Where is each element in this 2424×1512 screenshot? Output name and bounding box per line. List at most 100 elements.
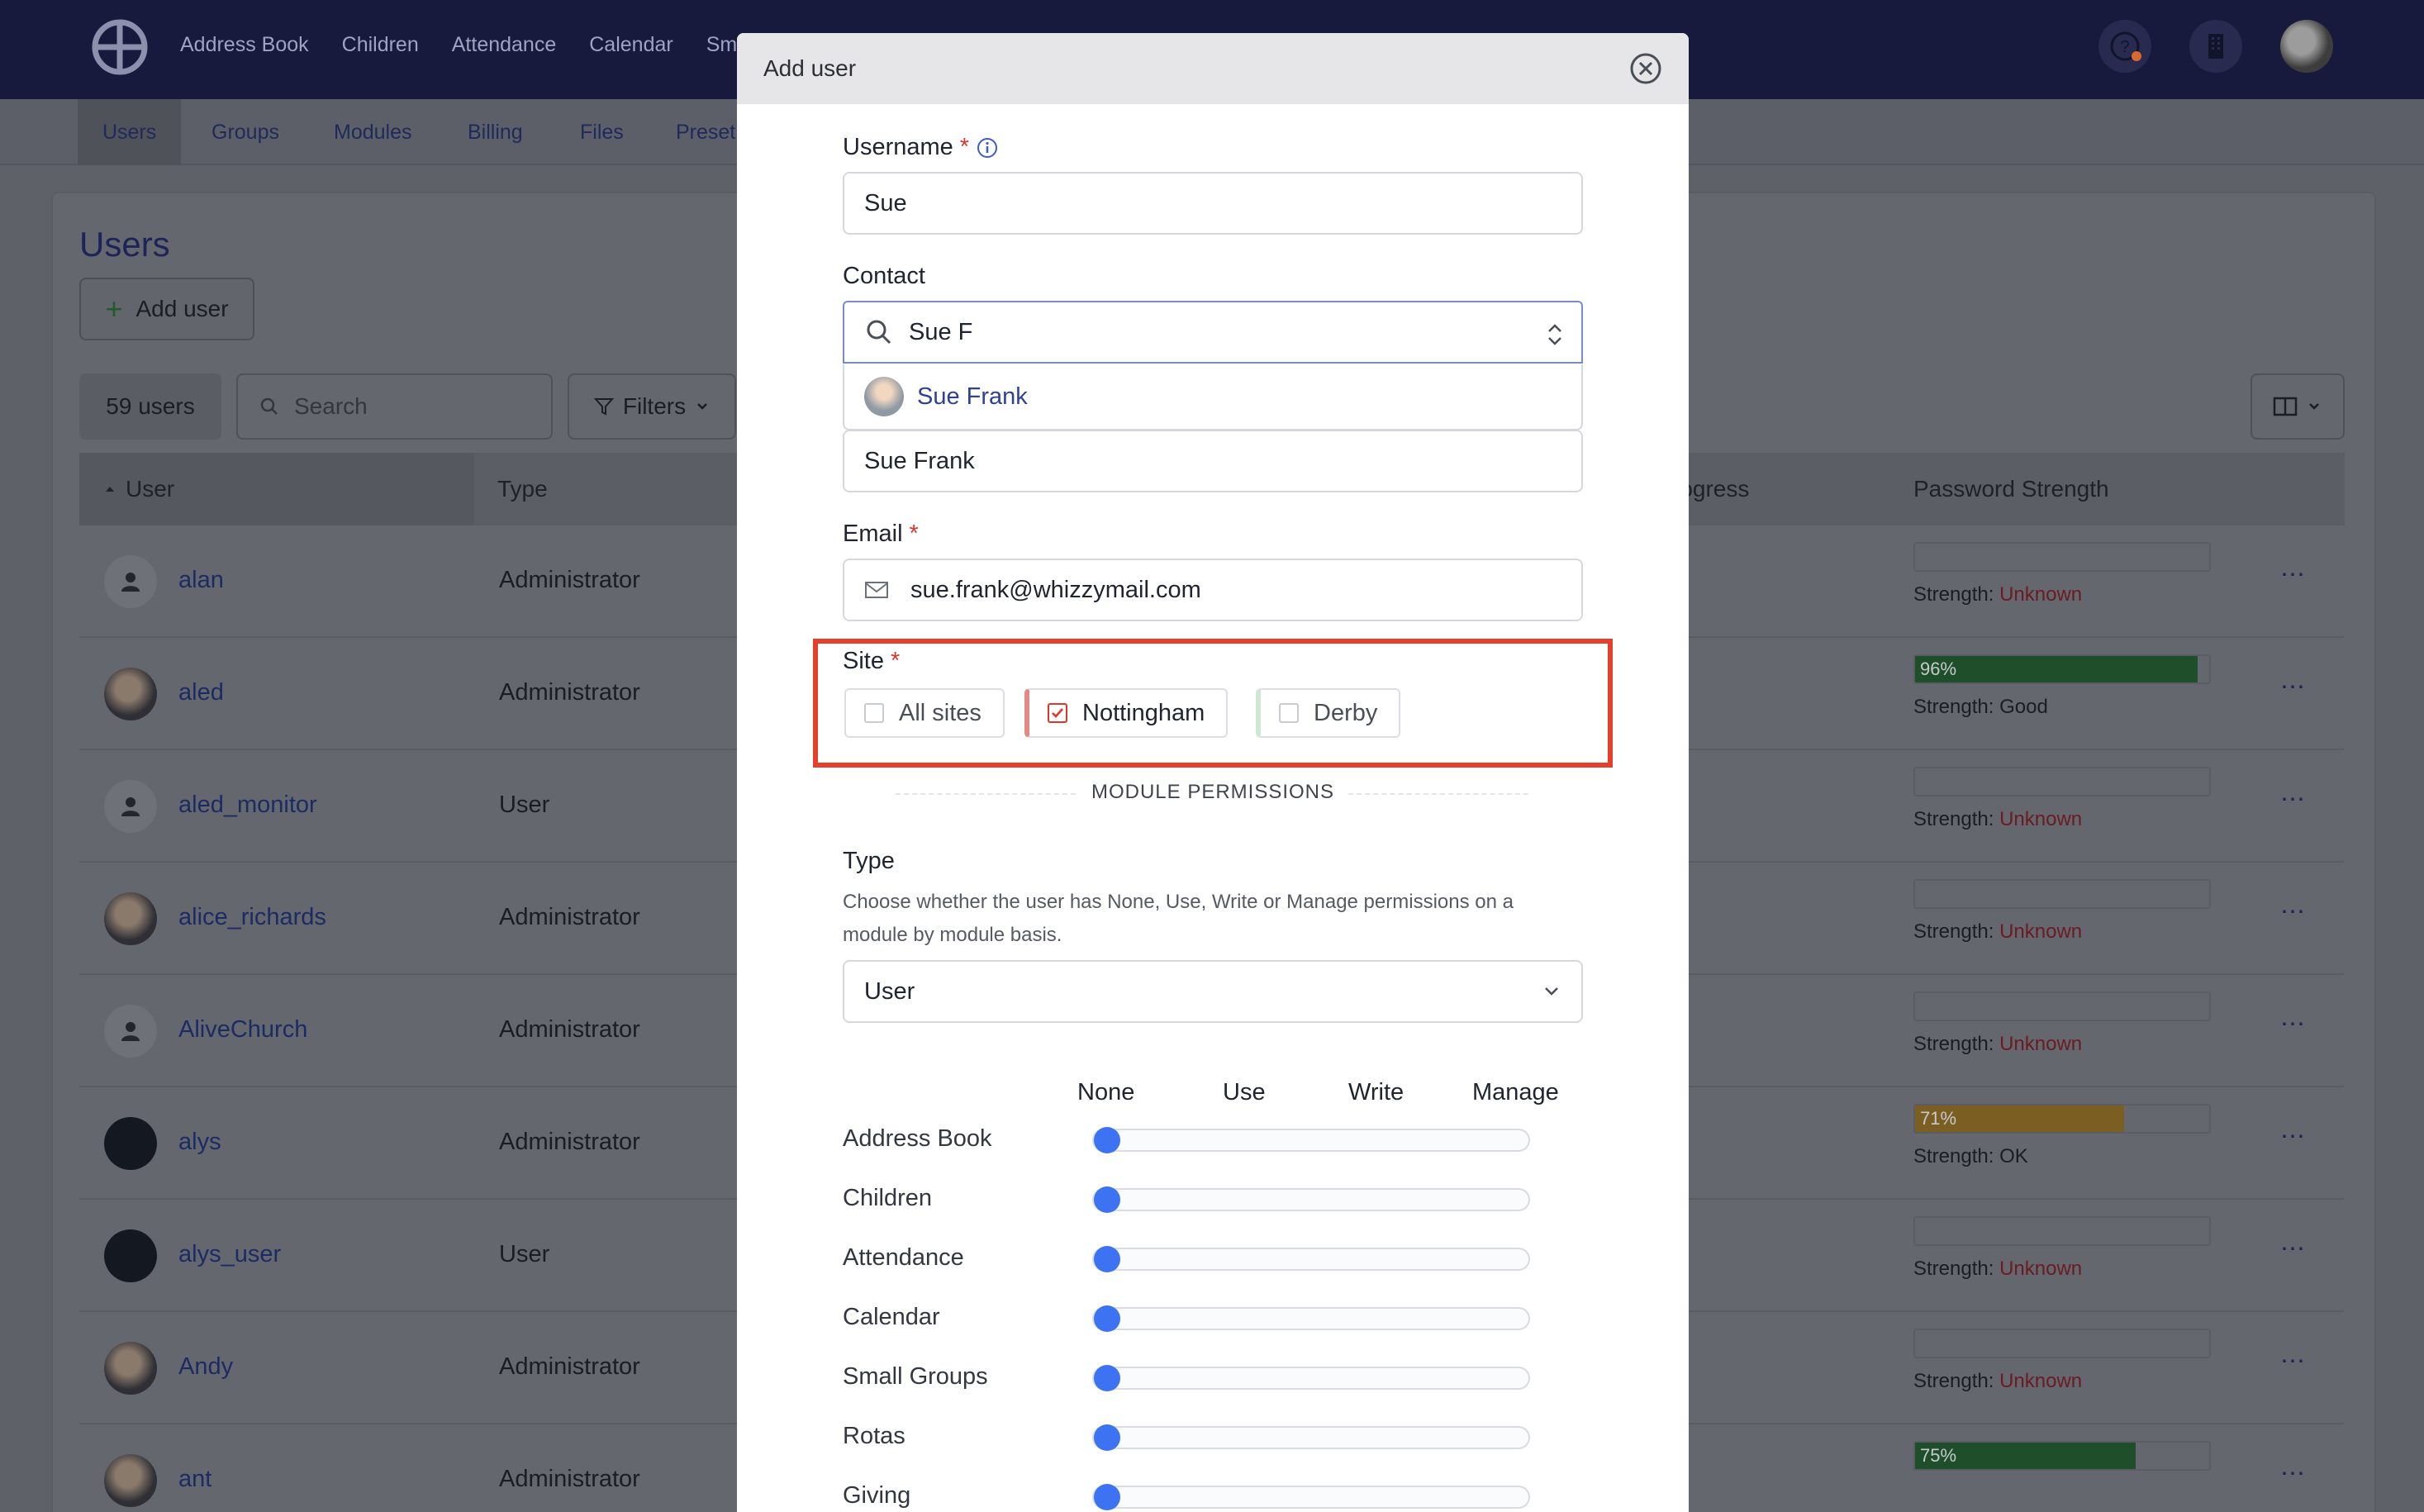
search-input[interactable]: Search xyxy=(236,373,553,440)
user-name-link[interactable]: aled xyxy=(178,679,224,706)
avatar xyxy=(104,892,157,945)
column-type[interactable]: Type xyxy=(497,453,548,525)
nav-attendance[interactable]: Attendance xyxy=(452,33,557,57)
user-name-link[interactable]: alys_user xyxy=(178,1241,281,1268)
more-options-icon[interactable]: ⋯ xyxy=(2280,673,2307,701)
password-strength-bar xyxy=(1913,879,2211,909)
strength-prefix: Strength: xyxy=(1913,920,1994,943)
user-name-link[interactable]: aled_monitor xyxy=(178,792,317,819)
add-user-label: Add user xyxy=(135,296,229,321)
permission-slider[interactable] xyxy=(1092,1424,1530,1451)
contact-selected-field[interactable]: Sue Frank xyxy=(843,430,1583,492)
site-option-derby[interactable]: Derby xyxy=(1256,688,1401,738)
columns-button[interactable] xyxy=(2251,373,2345,440)
strength-value: Unknown xyxy=(1999,920,2083,943)
more-options-icon[interactable]: ⋯ xyxy=(2280,897,2307,926)
search-icon xyxy=(260,397,278,415)
close-icon xyxy=(1630,53,1661,84)
type-select[interactable]: User xyxy=(843,960,1583,1023)
contact-search-input[interactable]: Sue F xyxy=(843,301,1583,364)
email-label-text: Email xyxy=(843,521,903,547)
permission-slider[interactable] xyxy=(1092,1246,1530,1272)
permission-slider[interactable] xyxy=(1092,1365,1530,1391)
password-strength-label: Strength: Good xyxy=(1913,696,2048,719)
contact-option-label: Sue Frank xyxy=(917,383,1028,410)
slider-handle[interactable] xyxy=(1094,1246,1120,1272)
avatar xyxy=(104,1342,157,1395)
tab-users[interactable]: Users xyxy=(78,99,182,165)
nav-address-book[interactable]: Address Book xyxy=(180,33,309,57)
tab-files[interactable]: Files xyxy=(555,99,649,165)
more-options-icon[interactable]: ⋯ xyxy=(2280,1234,2307,1263)
password-strength-label: Strength: Unknown xyxy=(1913,920,2082,944)
filters-button[interactable]: Filters xyxy=(568,373,736,440)
organisation-button[interactable] xyxy=(2189,20,2242,73)
username-value: Sue xyxy=(864,189,907,216)
strength-value: Unknown xyxy=(1999,808,2083,830)
avatar xyxy=(104,555,157,608)
strength-prefix: Strength: xyxy=(1913,1145,1994,1167)
strength-prefix: Strength: xyxy=(1913,696,1994,718)
site-option-nottingham[interactable]: Nottingham xyxy=(1024,688,1229,738)
password-strength-label: Strength: Unknown xyxy=(1913,583,2082,606)
site-label-text: Site xyxy=(843,648,884,674)
nav-calendar[interactable]: Calendar xyxy=(589,33,673,57)
email-input[interactable]: sue.frank@whizzymail.com xyxy=(843,559,1583,621)
sort-asc-icon xyxy=(106,487,114,492)
add-user-button[interactable]: + Add user xyxy=(79,278,254,340)
slider-handle[interactable] xyxy=(1094,1186,1120,1213)
permission-slider[interactable] xyxy=(1092,1186,1530,1213)
help-button[interactable]: ? xyxy=(2098,20,2151,73)
nav-children[interactable]: Children xyxy=(342,33,419,57)
tab-groups[interactable]: Groups xyxy=(187,99,304,165)
password-strength-fill: 96% xyxy=(1915,656,2198,682)
slider-handle[interactable] xyxy=(1094,1127,1120,1153)
column-user[interactable]: User xyxy=(79,453,474,525)
more-options-icon[interactable]: ⋯ xyxy=(2280,1459,2307,1488)
slider-handle[interactable] xyxy=(1094,1424,1120,1451)
slider-handle[interactable] xyxy=(1094,1484,1120,1510)
permission-slider[interactable] xyxy=(1092,1305,1530,1332)
user-name-link[interactable]: ant xyxy=(178,1466,212,1493)
close-button[interactable] xyxy=(1629,52,1662,85)
notification-dot xyxy=(2132,51,2141,61)
add-user-modal: Add user Username * Sue Contact Sue F Su… xyxy=(737,33,1689,1512)
tab-modules[interactable]: Modules xyxy=(309,99,437,165)
nav-small-groups[interactable]: Sm xyxy=(706,33,738,57)
contact-option-sue-frank[interactable]: Sue Frank xyxy=(843,364,1583,430)
slider-handle[interactable] xyxy=(1094,1305,1120,1332)
slider-handle[interactable] xyxy=(1094,1365,1120,1391)
search-placeholder: Search xyxy=(294,393,368,419)
site-label: Site * xyxy=(843,648,900,675)
password-strength-bar: 96% xyxy=(1913,654,2211,684)
modal-header: Add user xyxy=(737,33,1689,104)
user-name-link[interactable]: alice_richards xyxy=(178,904,326,931)
user-name-link[interactable]: AliveChurch xyxy=(178,1016,307,1044)
more-options-icon[interactable]: ⋯ xyxy=(2280,1010,2307,1039)
avatar xyxy=(104,780,157,833)
more-options-icon[interactable]: ⋯ xyxy=(2280,1122,2307,1151)
building-icon xyxy=(2208,34,2223,59)
person-icon xyxy=(121,573,140,592)
page-title: Users xyxy=(79,225,170,264)
username-input[interactable]: Sue xyxy=(843,172,1583,235)
module-label: Rotas xyxy=(843,1423,905,1449)
user-name-link[interactable]: alan xyxy=(178,567,224,594)
more-options-icon[interactable]: ⋯ xyxy=(2280,560,2307,589)
permission-slider[interactable] xyxy=(1092,1484,1530,1510)
permission-slider[interactable] xyxy=(1092,1127,1530,1153)
user-name-link[interactable]: alys xyxy=(178,1129,221,1156)
column-password-strength[interactable]: Password Strength xyxy=(1913,453,2109,525)
site-option-all-sites[interactable]: All sites xyxy=(844,688,1005,738)
more-options-icon[interactable]: ⋯ xyxy=(2280,1347,2307,1376)
profile-avatar[interactable] xyxy=(2280,20,2333,73)
app-logo-icon[interactable] xyxy=(91,18,149,76)
password-strength-bar xyxy=(1913,991,2211,1021)
more-options-icon[interactable]: ⋯ xyxy=(2280,785,2307,814)
user-name-link[interactable]: Andy xyxy=(178,1353,233,1381)
module-label: Attendance xyxy=(843,1244,964,1271)
strength-prefix: Strength: xyxy=(1913,808,1994,830)
info-icon[interactable] xyxy=(976,136,999,159)
required-asterisk: * xyxy=(959,134,970,160)
tab-billing[interactable]: Billing xyxy=(443,99,548,165)
